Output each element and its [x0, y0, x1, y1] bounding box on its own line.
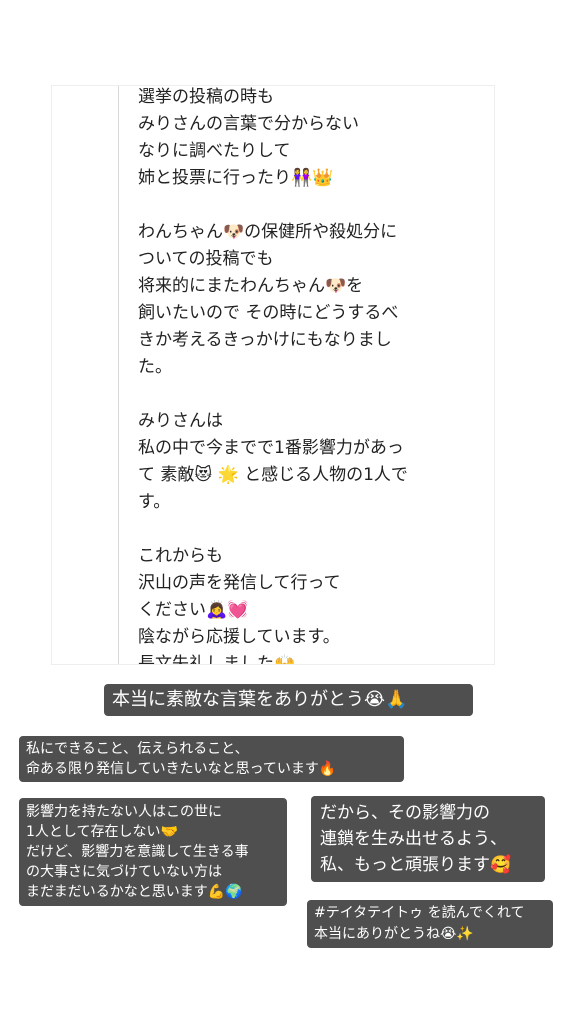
caption-line: 連鎖を生み出せるよう、	[320, 829, 507, 849]
caption-block-influence: 影響力を持たない人はこの世に 1人として存在しない🤝 だけど、影響力を意識して生…	[19, 798, 287, 906]
message-line: た。	[138, 357, 172, 377]
caption-block-commitment: 私にできること、伝えられること、 命ある限り発信していきたいなと思っています🔥	[19, 736, 404, 782]
message-line: 私の中で今までで1番影響力があっ	[138, 438, 404, 458]
caption-block-thanks: #テイタテイトゥ を読んでくれて 本当にありがとうね😭✨	[307, 900, 553, 948]
message-line: みりさんの言葉で分からない	[138, 114, 359, 134]
message-line: わんちゃん🐶の保健所や殺処分に	[138, 222, 398, 242]
caption-line: だけど、影響力を意識して生きる事	[26, 844, 249, 860]
caption-line: 命ある限り発信していきたいなと思っています🔥	[26, 761, 337, 777]
screenshot-card: 選挙の投稿の時も みりさんの言葉で分からない なりに調べたりして 姉と投票に行っ…	[52, 86, 494, 664]
message-line: 姉と投票に行ったり👭👑	[138, 168, 334, 188]
caption-line: 1人として存在しない🤝	[26, 824, 178, 840]
caption-line: 私にできること、伝えられること、	[26, 741, 249, 757]
caption-line: の大事さに気づけていない方は	[26, 864, 222, 880]
quote-divider-line	[118, 86, 119, 664]
message-line: 選挙の投稿の時も	[138, 87, 274, 107]
hashtag-link[interactable]: #テイタテイトゥ を読んでくれて	[314, 903, 546, 924]
message-line: ください🙇‍♀️💓	[138, 600, 249, 620]
message-line: 陰ながら応援しています。	[138, 627, 340, 647]
caption-title: 本当に素敵な言葉をありがとう😭🙏	[104, 684, 473, 716]
message-line: みりさんは	[138, 411, 223, 431]
message-line: きか考えるきっかけにもなりまし	[138, 330, 392, 350]
message-line: す。	[138, 492, 171, 512]
message-line: これからも	[138, 546, 223, 566]
message-line: なりに調べたりして	[138, 141, 291, 161]
message-line: 沢山の声を発信して行って	[138, 573, 341, 593]
message-line: 将来的にまたわんちゃん🐶を	[138, 276, 364, 296]
message-line: て 素敵😻 🌟 と感じる人物の1人で	[138, 465, 408, 485]
caption-line: 私、もっと頑張ります🥰	[320, 855, 512, 875]
caption-title-text: 本当に素敵な言葉をありがとう😭🙏	[112, 689, 408, 710]
caption-line: 本当にありがとうね😭✨	[314, 926, 474, 942]
message-text: 選挙の投稿の時も みりさんの言葉で分からない なりに調べたりして 姉と投票に行っ…	[138, 86, 483, 664]
caption-line: だから、その影響力の	[320, 803, 490, 823]
message-line: 長文失礼しました🙌	[138, 654, 296, 664]
caption-line: まだまだいるかなと思います💪🌍	[26, 884, 243, 900]
caption-block-chain: だから、その影響力の 連鎖を生み出せるよう、 私、もっと頑張ります🥰	[311, 796, 545, 882]
message-line: ついての投稿でも	[138, 249, 274, 269]
caption-line: 影響力を持たない人はこの世に	[26, 804, 222, 820]
message-line: 飼いたいので その時にどうするべ	[138, 303, 399, 323]
